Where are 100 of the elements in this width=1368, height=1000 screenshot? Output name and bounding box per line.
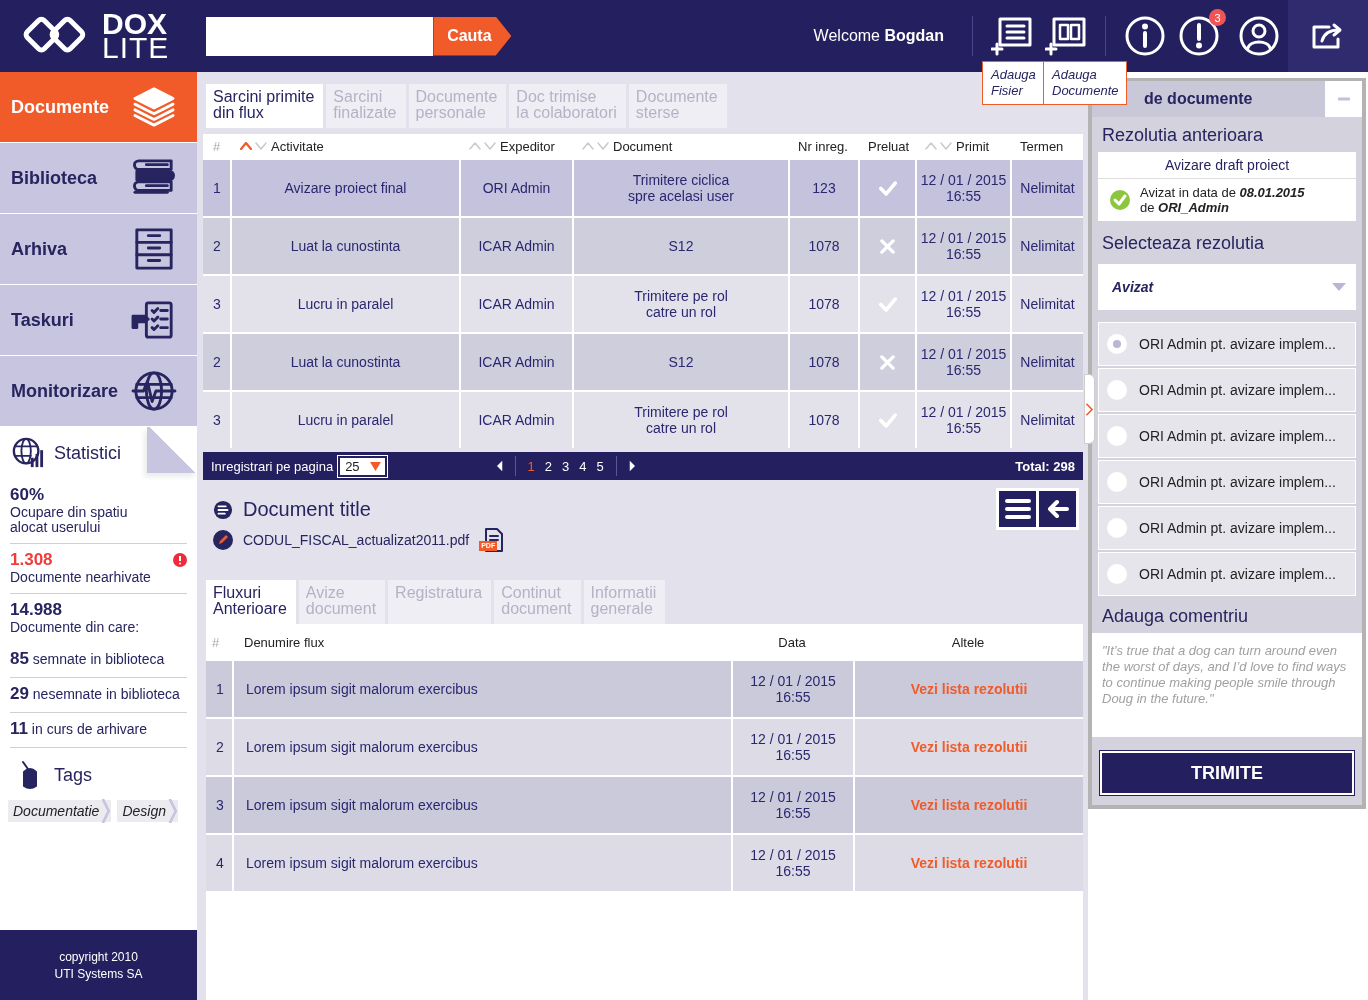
resolution-dropdown[interactable]: Avizat xyxy=(1098,264,1356,310)
nav-item[interactable]: Biblioteca xyxy=(0,143,197,213)
column-header: # xyxy=(211,635,221,650)
tag-chip[interactable]: Design xyxy=(117,800,178,822)
section-heading: Rezolutia anterioara xyxy=(1101,124,1265,147)
menu-button[interactable] xyxy=(999,491,1036,527)
sort-icon[interactable] xyxy=(240,142,267,150)
radio-button[interactable] xyxy=(1107,380,1127,400)
table-cell: 1078 xyxy=(788,392,858,448)
column-header: Termen xyxy=(1020,138,1064,154)
page-link[interactable]: 3 xyxy=(562,458,570,474)
layers-icon xyxy=(131,86,177,128)
sort-icon[interactable] xyxy=(582,142,609,150)
section-title: Tags xyxy=(54,764,93,786)
submit-button[interactable]: TRIMITE xyxy=(1100,751,1354,795)
table-cell: ICAR Admin xyxy=(459,392,572,448)
table-cell: Lucru in paralel xyxy=(230,392,459,448)
column-header: Nr inreg. xyxy=(798,138,848,154)
radio-button[interactable] xyxy=(1107,426,1127,446)
back-button[interactable] xyxy=(1039,491,1076,527)
nav-item[interactable]: Arhiva xyxy=(0,214,197,284)
radio-option[interactable]: ORI Admin pt. avizare implem... xyxy=(1098,506,1356,550)
panel-toggle-handle[interactable] xyxy=(1084,374,1095,444)
radio-button[interactable] xyxy=(1107,564,1127,584)
column-header: Altele xyxy=(950,635,986,650)
add-documents-button[interactable] xyxy=(1045,15,1087,57)
page-link[interactable]: 5 xyxy=(596,458,604,474)
sort-icon[interactable] xyxy=(925,142,952,150)
table-cell-text: 4 xyxy=(215,854,225,873)
stat-line: 85 semnate in biblioteca xyxy=(10,651,165,667)
page-link[interactable]: 2 xyxy=(544,458,553,474)
page-size-select[interactable]: 25 xyxy=(338,455,387,477)
table-cell: Lorem ipsum sigit malorum exercibus xyxy=(232,835,731,891)
stat-line: 11 in curs de arhivare xyxy=(10,721,148,737)
column-header: Preluat xyxy=(868,138,910,154)
stat-value: 1.308 xyxy=(10,550,53,570)
add-file-button[interactable] xyxy=(991,15,1033,57)
document-title: Document title xyxy=(243,498,371,521)
table-cell-text: 2 xyxy=(212,353,222,372)
radio-button[interactable] xyxy=(1107,518,1127,538)
welcome-text: Welcome Bogdan xyxy=(813,27,944,45)
stat-value: 60% xyxy=(10,485,45,505)
user-button[interactable] xyxy=(1238,15,1280,57)
search-field[interactable] xyxy=(206,16,434,56)
logo-text: DOX xyxy=(102,12,168,36)
section-title: Statistici xyxy=(54,442,122,464)
page-link[interactable]: 1 xyxy=(527,458,535,474)
chevron-icon xyxy=(101,799,112,823)
radio-button[interactable] xyxy=(1107,472,1127,492)
radio-option[interactable]: ORI Admin pt. avizare implem... xyxy=(1098,368,1356,412)
radio-option[interactable]: ORI Admin pt. avizare implem... xyxy=(1098,460,1356,504)
info-icon xyxy=(1124,15,1166,57)
tooltip: Adauga Fisier xyxy=(982,61,1045,105)
radio-button[interactable] xyxy=(1107,334,1127,354)
panel-title: de documente xyxy=(1144,90,1253,108)
file-name[interactable]: CODUL_FISCAL_actualizat2011.pdf xyxy=(243,532,470,548)
table-cell: Lorem ipsum sigit malorum exercibus xyxy=(232,661,731,717)
section-heading: Selecteaza rezolutia xyxy=(1101,232,1266,255)
stat-label: Documente din care: xyxy=(10,620,141,635)
column-header: Data xyxy=(777,635,807,650)
user-icon xyxy=(1238,15,1280,57)
tag-icon xyxy=(20,760,40,790)
page-link[interactable]: 4 xyxy=(579,458,587,474)
copyright-text: UTI Systems SA xyxy=(54,966,143,981)
add-documents-icon xyxy=(1045,15,1087,57)
next-page-icon xyxy=(628,460,635,472)
arrow-left-icon xyxy=(1046,499,1069,519)
column-header: Activitate xyxy=(271,138,324,154)
info-button[interactable] xyxy=(1124,15,1166,57)
chevron-icon xyxy=(168,799,178,823)
minus-icon xyxy=(1337,97,1350,101)
globe-icon xyxy=(131,370,177,412)
menu-icon xyxy=(1004,498,1031,520)
tooltip: Adauga Documente xyxy=(1043,61,1128,105)
nav-item[interactable]: Taskuri xyxy=(0,285,197,355)
resolution-status: Avizat in data de 08.01.2015 de ORI_Admin xyxy=(1140,185,1305,215)
success-icon xyxy=(1110,190,1130,210)
radio-option[interactable]: ORI Admin pt. avizare implem... xyxy=(1098,322,1356,366)
logo-text: LITE xyxy=(102,36,170,60)
comment-field[interactable]: "It’s true that a dog can turn around even the worst of days, and I’d love to find ways to continue making people smile through Doug in the future." xyxy=(1092,633,1362,737)
tab[interactable]: Sarcini primite din flux xyxy=(206,84,324,128)
stat-value: 14.988 xyxy=(10,600,62,620)
tab[interactable]: Fluxuri Anterioare xyxy=(206,580,296,624)
page-curl-decoration xyxy=(147,427,197,473)
table-cell: 12 / 01 / 2015 16:55 xyxy=(731,661,853,717)
edit-icon xyxy=(213,530,233,550)
table-cell: 12 / 01 / 2015 16:55 xyxy=(731,719,853,775)
tag-chip[interactable]: Documentatie xyxy=(8,800,112,822)
page-size-label: Inregistrari pe pagina xyxy=(211,458,334,474)
column-header: Denumire flux xyxy=(243,635,326,650)
nav-item[interactable]: Monitorizare xyxy=(0,356,197,426)
table-cell-text: 1 xyxy=(212,179,222,198)
sort-icon[interactable] xyxy=(469,142,496,150)
table-cell-text: 1 xyxy=(215,680,225,699)
table-cell-text: 2 xyxy=(212,237,222,256)
radio-option[interactable]: ORI Admin pt. avizare implem... xyxy=(1098,414,1356,458)
radio-option[interactable]: ORI Admin pt. avizare implem... xyxy=(1098,552,1356,596)
table-cell-text: 2 xyxy=(215,738,225,757)
column-header: # xyxy=(213,138,221,154)
copyright-text: copyright 2010 xyxy=(59,949,138,964)
